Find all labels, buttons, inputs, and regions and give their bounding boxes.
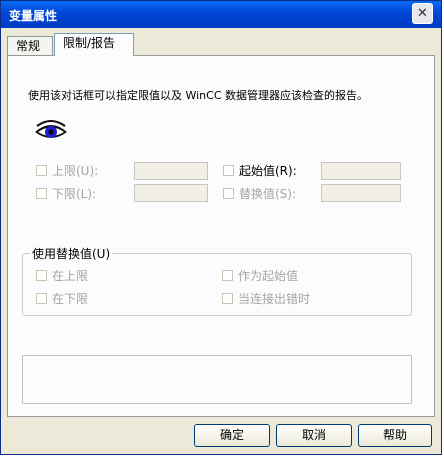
group-title: 使用替换值(U) <box>30 245 113 262</box>
upper-limit-checkbox[interactable] <box>36 165 47 176</box>
title-bar[interactable]: 变量属性 ✕ <box>1 1 441 28</box>
start-value-field[interactable] <box>321 162 401 180</box>
upper-limit-label: 上限(U): <box>52 164 99 178</box>
info-box <box>22 355 412 404</box>
as-start-label: 作为起始值 <box>238 269 299 283</box>
eye-icon <box>35 120 67 138</box>
description-text: 使用该对话框可以指定限值以及 WinCC 数据管理器应该检查的报告。 <box>28 89 369 102</box>
cancel-button[interactable]: 取消 <box>276 424 352 447</box>
at-upper-label: 在上限 <box>52 269 89 283</box>
help-button[interactable]: 帮助 <box>358 424 432 447</box>
close-icon: ✕ <box>417 6 428 21</box>
lower-limit-field[interactable] <box>134 184 208 202</box>
tab-general[interactable]: 常规 <box>7 36 53 55</box>
substitute-value-label: 替换值(S): <box>239 187 297 201</box>
as-start-checkbox[interactable] <box>222 270 233 281</box>
lower-limit-checkbox[interactable] <box>36 188 47 199</box>
at-lower-checkbox[interactable] <box>36 293 47 304</box>
substitute-value-field[interactable] <box>321 184 401 202</box>
ok-button[interactable]: 确定 <box>194 424 270 447</box>
start-value-checkbox[interactable] <box>223 165 234 176</box>
at-lower-label: 在下限 <box>52 292 89 306</box>
close-button[interactable]: ✕ <box>412 3 433 24</box>
substitute-value-checkbox[interactable] <box>223 188 234 199</box>
window-title: 变量属性 <box>9 9 58 23</box>
on-conn-error-label: 当连接出错时 <box>238 292 311 306</box>
upper-limit-field[interactable] <box>134 162 208 180</box>
on-conn-error-checkbox[interactable] <box>222 293 233 304</box>
tab-limits-report[interactable]: 限制/报告 <box>54 33 134 56</box>
start-value-label: 起始值(R): <box>239 164 297 178</box>
lower-limit-label: 下限(L): <box>52 187 97 201</box>
at-upper-checkbox[interactable] <box>36 270 47 281</box>
